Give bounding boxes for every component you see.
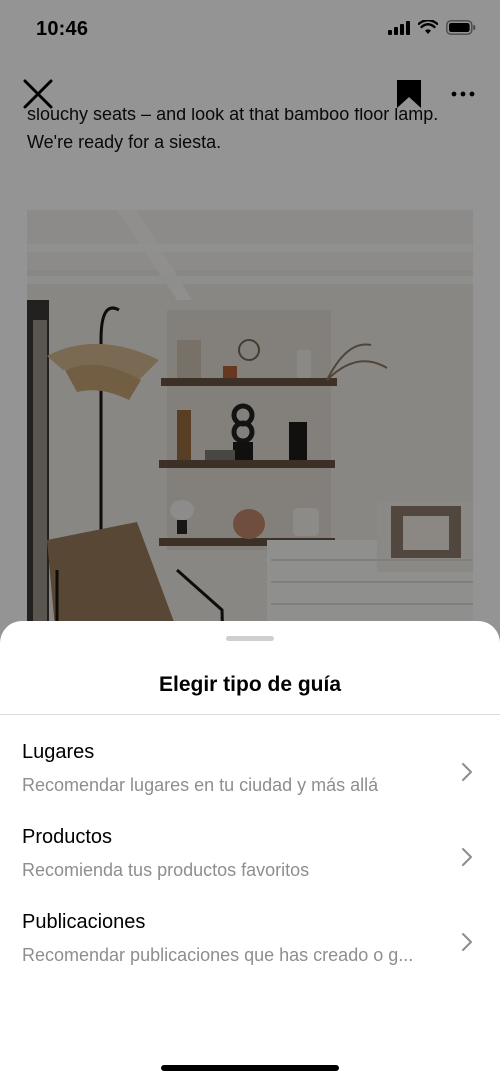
sheet-title: Elegir tipo de guía	[158, 673, 342, 696]
option-publicaciones[interactable]: Publicaciones Recomendar publicaciones q…	[0, 911, 500, 995]
divider	[0, 714, 500, 715]
chevron-right-icon	[462, 933, 472, 951]
option-title: Publicaciones	[22, 911, 146, 933]
option-subtitle: Recomienda tus productos favoritos	[22, 860, 310, 880]
option-lugares[interactable]: Lugares Recomendar lugares en tu ciudad …	[0, 741, 500, 825]
option-subtitle: Recomendar publicaciones que has creado …	[22, 945, 414, 965]
option-subtitle: Recomendar lugares en tu ciudad y más al…	[22, 775, 379, 795]
home-indicator	[161, 1065, 339, 1071]
chevron-right-icon	[462, 848, 472, 866]
guide-type-sheet: Elegir tipo de guía Lugares Recomendar l…	[0, 621, 500, 1083]
option-title: Productos	[22, 826, 113, 848]
chevron-right-icon	[462, 763, 472, 781]
option-productos[interactable]: Productos Recomienda tus productos favor…	[0, 826, 500, 910]
sheet-grabber[interactable]	[226, 636, 274, 641]
option-title: Lugares	[22, 741, 95, 763]
